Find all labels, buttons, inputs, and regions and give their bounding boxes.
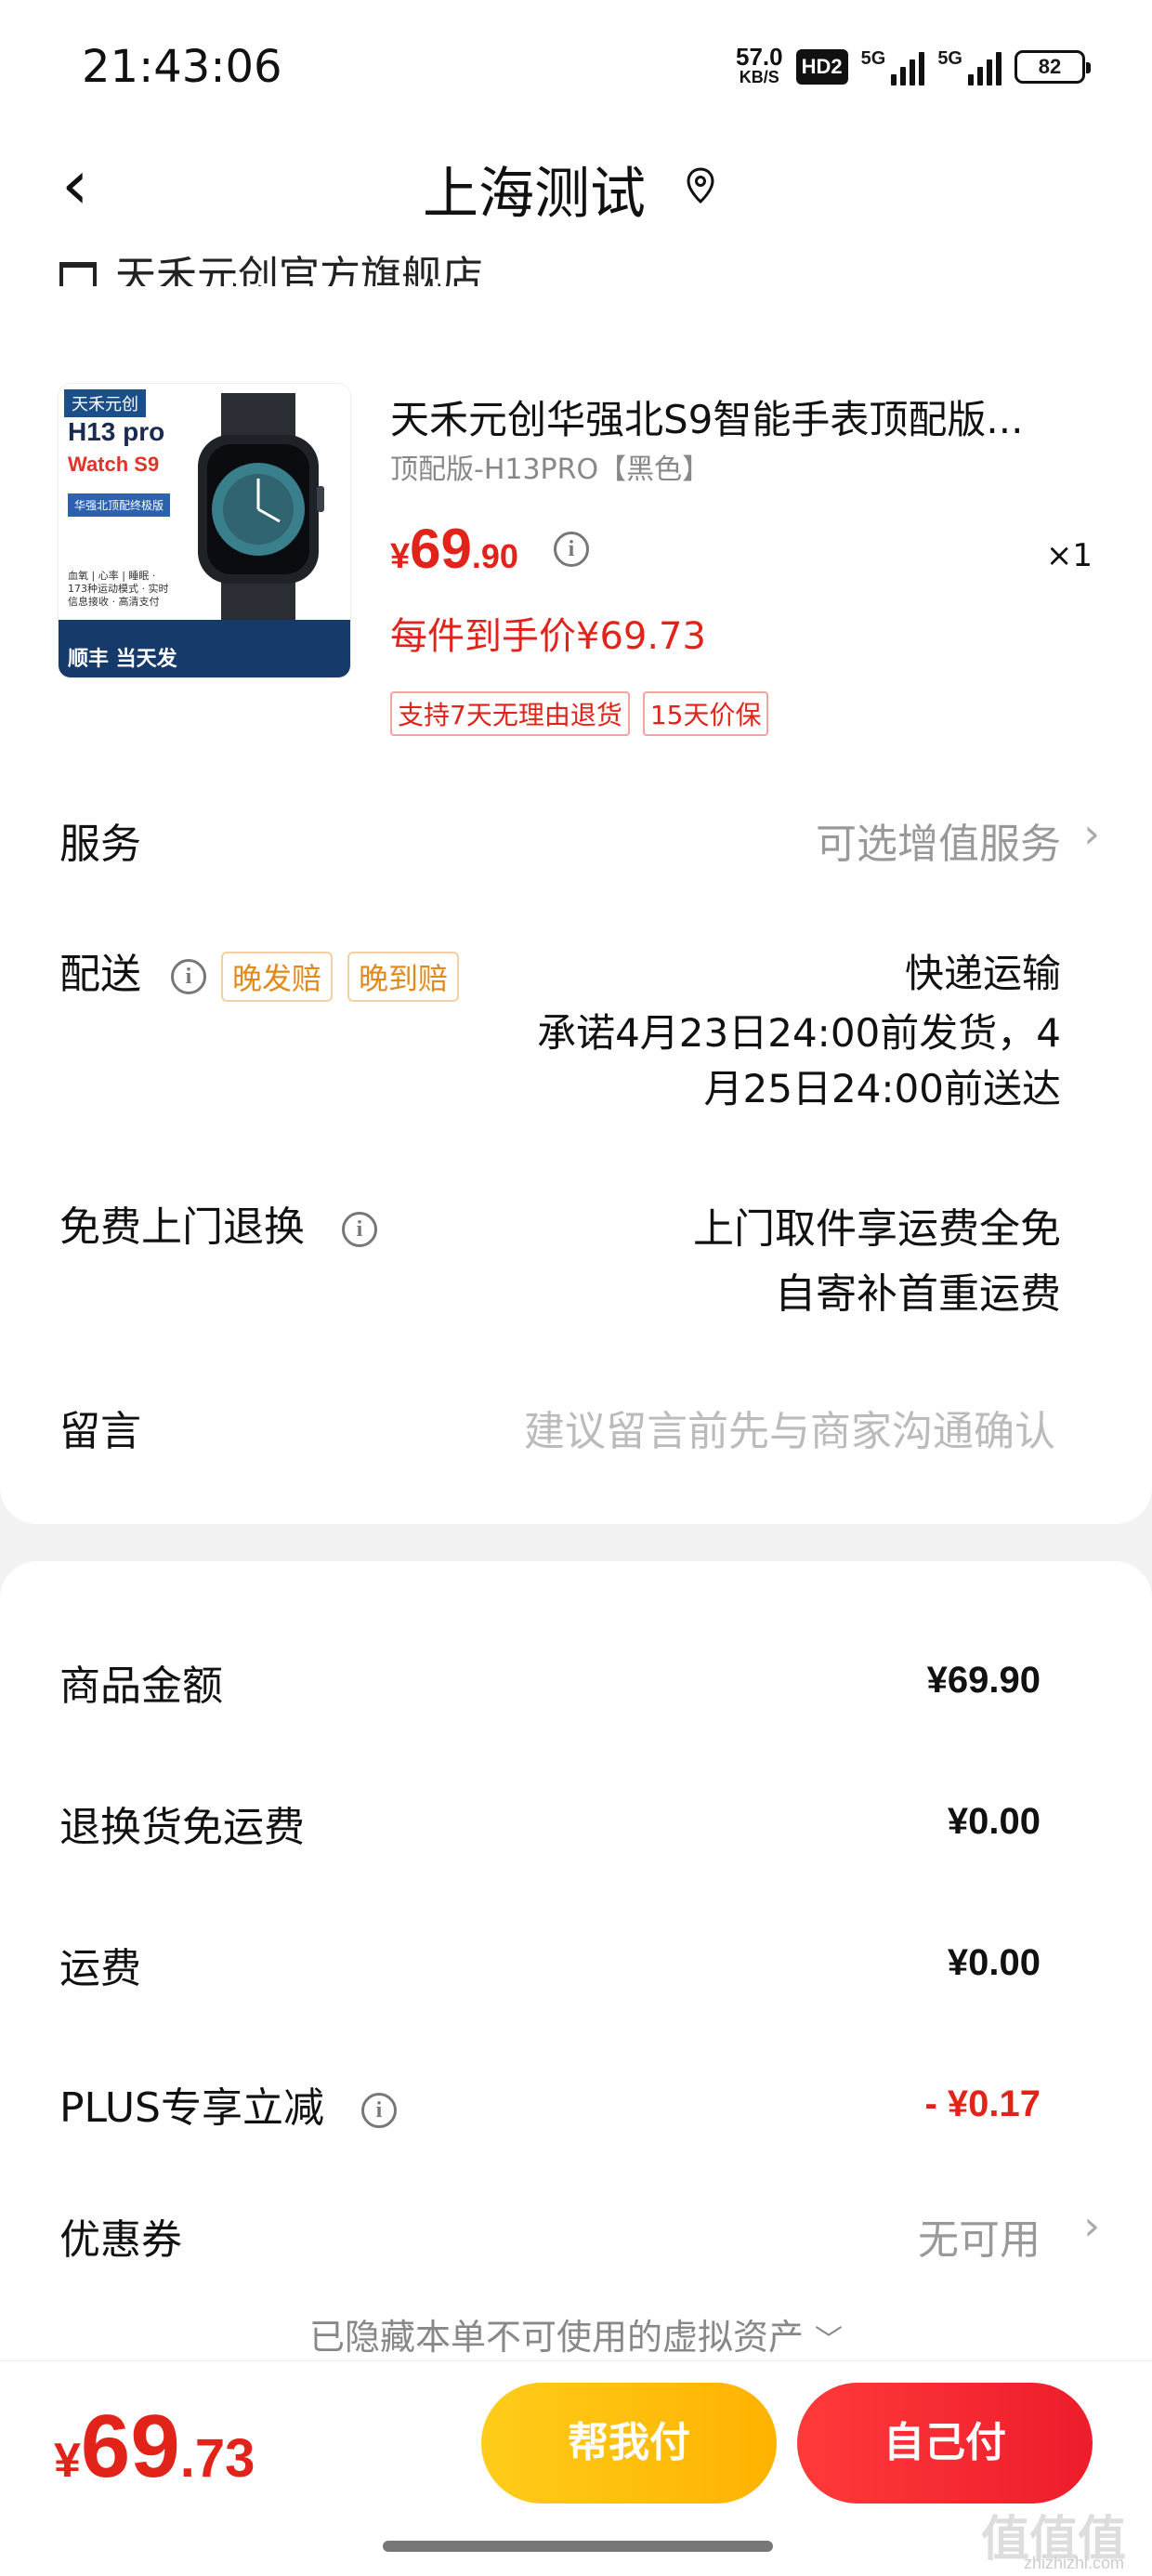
status-icons: 57.0 KB/S HD2 5G 5G 82 (736, 43, 1091, 87)
goods-amount-value: ¥69.90 (926, 1660, 1041, 1701)
total-int: 69 (80, 2397, 180, 2496)
return-shipping-label: 退换货免运费 (59, 1804, 305, 1851)
product-tags: 支持7天无理由退货 15天价保 (390, 691, 769, 736)
image-features: 血氧 | 心率 | 睡眠 · 173种运动模式 · 实时信息接收 · 高清支付 (68, 570, 169, 608)
signal-label: 5G (860, 48, 886, 69)
return-shipping-value: ¥0.00 (947, 1801, 1041, 1842)
total-price: ¥69.73 (54, 2396, 255, 2498)
plus-discount-label: PLUS专享立减 (59, 2084, 324, 2132)
self-pay-button[interactable]: 自己付 (797, 2383, 1093, 2504)
hidden-assets-toggle[interactable]: 已隐藏本单不可使用的虚拟资产 ﹀ (0, 2308, 1152, 2359)
image-label: 华强北顶配终极版 (68, 493, 170, 517)
status-bar: 21:43:06 57.0 KB/S HD2 5G 5G 82 (0, 0, 1152, 130)
delivery-info-icon[interactable]: i (171, 959, 206, 994)
signal-icon: 5G (861, 48, 925, 85)
store-name-text: 天禾元创官方旗舰店 (115, 253, 483, 286)
image-shipping: 顺丰 当天发 (68, 648, 177, 671)
chevron-down-icon: ﹀ (815, 2324, 844, 2357)
store-name[interactable]: 天禾元创官方旗舰店 (59, 240, 483, 286)
chevron-left-icon[interactable]: ‹ (61, 151, 89, 219)
message-label: 留言 (59, 1408, 141, 1455)
unit-final-price: 每件到手价¥69.73 (390, 615, 706, 658)
product-image[interactable]: 天禾元创 H13 pro Watch S9 华强北顶配终极版 血氧 | 心率 |… (58, 383, 351, 678)
total-symbol: ¥ (54, 2434, 81, 2488)
image-model2: Watch S9 (68, 453, 160, 476)
product-price: ¥69.90 (390, 517, 518, 581)
chevron-right-icon[interactable]: › (1083, 810, 1100, 858)
free-return-line1: 上门取件享运费全免 (693, 1205, 1061, 1253)
page-header: ‹ 上海测试 (0, 130, 1152, 242)
hidden-assets-text: 已隐藏本单不可使用的虚拟资产 (308, 2317, 804, 2358)
goods-amount-label: 商品金额 (59, 1663, 223, 1710)
product-quantity: ×1 (1045, 537, 1093, 574)
tag-7day-return: 支持7天无理由退货 (390, 691, 630, 736)
service-value[interactable]: 可选增值服务 (816, 810, 1061, 870)
hd-icon: HD2 (795, 49, 848, 85)
plus-discount-value: - ¥0.17 (924, 2083, 1041, 2124)
net-speed: 57.0 KB/S (736, 43, 783, 87)
store-icon (59, 262, 97, 286)
image-brand: 天禾元创 (64, 389, 146, 417)
location-pin-icon[interactable] (686, 167, 715, 204)
watch-illustration (198, 393, 324, 625)
service-label: 服务 (59, 821, 141, 868)
tag-price-protect: 15天价保 (642, 691, 769, 736)
battery-icon: 82 (1015, 50, 1091, 84)
delivery-promise-line2: 月25日24:00前送达 (703, 1066, 1061, 1111)
free-return-info-icon[interactable]: i (342, 1212, 377, 1247)
status-time: 21:43:06 (82, 41, 282, 93)
signal-icon-2: 5G (937, 48, 1001, 85)
coupon-chevron-icon[interactable]: › (1083, 2202, 1100, 2250)
delivery-row: 配送 i 晚发赔 晚到赔 (59, 940, 460, 1002)
delivery-promise-line1: 承诺4月23日24:00前发货，4 (537, 1010, 1061, 1056)
friend-pay-button[interactable]: 帮我付 (481, 2383, 777, 2504)
delivery-method[interactable]: 快递运输 (905, 942, 1061, 999)
price-int: 69 (410, 518, 472, 580)
free-return-label: 免费上门退换 (59, 1203, 305, 1251)
price-dec: .90 (471, 537, 518, 575)
free-return-row: 免费上门退换 i (59, 1193, 377, 1253)
delivery-label: 配送 (59, 951, 141, 998)
battery-level: 82 (1038, 55, 1062, 78)
page-title[interactable]: 上海测试 (423, 149, 646, 230)
message-input[interactable]: 建议留言前先与商家沟通确认 (524, 1398, 1055, 1457)
home-indicator[interactable] (383, 2541, 773, 2552)
product-title[interactable]: 天禾元创华强北S9智能手表顶配版... (390, 388, 1096, 445)
total-dec: .73 (179, 2428, 255, 2489)
image-model1: H13 pro (68, 417, 165, 446)
coupon-value[interactable]: 无可用 (918, 2206, 1041, 2266)
plus-info-icon[interactable]: i (361, 2093, 397, 2128)
net-speed-unit: KB/S (739, 68, 779, 86)
price-symbol: ¥ (390, 537, 411, 576)
price-info-icon[interactable]: i (554, 532, 589, 567)
shipping-fee-value: ¥0.00 (947, 1942, 1041, 1983)
net-speed-value: 57.0 (736, 43, 783, 71)
tag-late-ship: 晚发赔 (221, 952, 334, 1002)
product-spec[interactable]: 顶配版-H13PRO【黑色】 (390, 446, 710, 487)
shipping-fee-label: 运费 (59, 1945, 141, 1992)
watermark-url: zhizhizhi.com (1023, 2554, 1124, 2572)
signal-label-2: 5G (937, 48, 962, 69)
coupon-label: 优惠券 (59, 2216, 182, 2264)
plus-discount-row: PLUS专享立减 i (59, 2074, 397, 2134)
tag-late-arrive: 晚到赔 (347, 952, 460, 1002)
free-return-line2: 自寄补首重运费 (775, 1270, 1061, 1318)
